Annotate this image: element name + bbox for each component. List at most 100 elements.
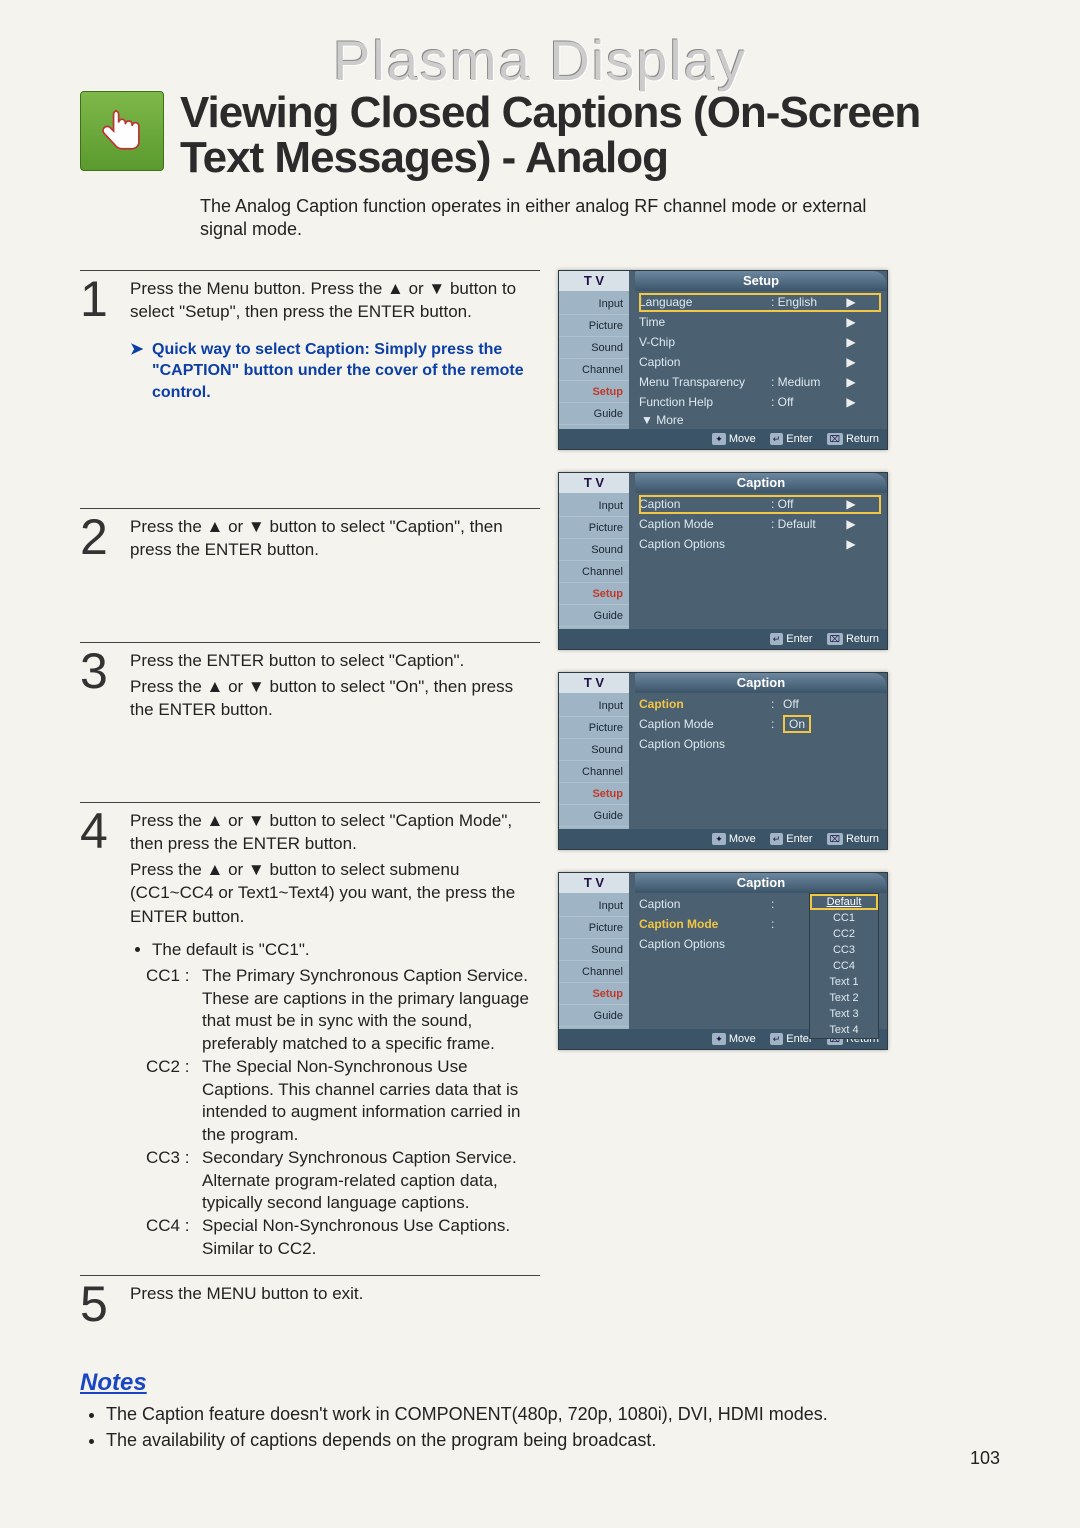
chevron-right-icon: ▶ xyxy=(845,335,857,349)
osd-row[interactable]: Caption: Off▶ xyxy=(639,495,881,514)
osd-nav-item[interactable]: Sound xyxy=(559,939,629,961)
osd-nav-item[interactable]: Sound xyxy=(559,337,629,359)
chevron-right-icon: ▶ xyxy=(845,537,857,551)
enter-icon: ↵ xyxy=(770,433,784,445)
osd-submenu-option[interactable]: CC1 xyxy=(810,910,878,926)
step-text: Press the MENU button to exit. xyxy=(130,1282,540,1305)
osd-nav-item[interactable]: Guide xyxy=(559,403,629,425)
osd-row-value: Off xyxy=(783,697,853,711)
osd-titlebar: Caption xyxy=(635,473,887,493)
bullet: The default is "CC1". xyxy=(152,938,540,961)
osd-nav-item[interactable]: Channel xyxy=(559,961,629,983)
hand-pointer-icon xyxy=(80,91,164,171)
osd-row-label: Caption xyxy=(639,897,767,911)
osd-submenu-option[interactable]: Text 1 xyxy=(810,974,878,990)
osd-row-label: Caption xyxy=(639,697,767,711)
osd-nav-item[interactable]: Guide xyxy=(559,1005,629,1027)
brand-text: Plasma Display xyxy=(333,29,747,92)
osd-nav-item[interactable]: Picture xyxy=(559,315,629,337)
cc-description: Special Non-Synchronous Use Captions. Si… xyxy=(202,1215,540,1261)
move-icon: ✦ xyxy=(712,1033,726,1045)
osd-hint: ⌧Return xyxy=(827,833,879,845)
osd-submenu[interactable]: DefaultCC1CC2CC3CC4Text 1Text 2Text 3Tex… xyxy=(809,893,879,1039)
osd-nav-item[interactable]: Setup xyxy=(559,381,629,403)
osd-row[interactable]: Caption Mode: Default▶ xyxy=(639,515,881,534)
osd-nav-item[interactable]: Sound xyxy=(559,539,629,561)
osd-nav-item[interactable]: Channel xyxy=(559,359,629,381)
osd-nav-item[interactable]: Channel xyxy=(559,561,629,583)
osd-row-value: : Default xyxy=(771,517,841,531)
step-number: 4 xyxy=(80,809,124,1261)
osd-row[interactable]: Function Help: Off▶ xyxy=(639,393,881,412)
cc-descriptions: CC1 :The Primary Synchronous Caption Ser… xyxy=(130,965,540,1261)
osd-hint: ↵Enter xyxy=(770,833,813,845)
quick-tip: Quick way to select Caption: Simply pres… xyxy=(130,339,540,404)
osd-nav-item[interactable]: Sound xyxy=(559,739,629,761)
osd-row-value: : Medium xyxy=(771,375,841,389)
osd-row[interactable]: Time▶ xyxy=(639,313,881,332)
osd-nav-item[interactable]: Channel xyxy=(559,761,629,783)
intro-text: The Analog Caption function operates in … xyxy=(200,195,900,242)
osd-nav-item[interactable]: Picture xyxy=(559,517,629,539)
osd-row[interactable]: Menu Transparency: Medium▶ xyxy=(639,373,881,392)
move-icon: ✦ xyxy=(712,833,726,845)
osd-row-label: Caption Options xyxy=(639,537,767,551)
osd-submenu-option[interactable]: Default xyxy=(810,894,878,910)
osd-row-label: Caption Mode xyxy=(639,517,767,531)
return-icon: ⌧ xyxy=(827,433,843,445)
osd-nav-item[interactable]: Picture xyxy=(559,717,629,739)
osd-caption-mode: T V Caption InputPictureSoundChannelSetupG… xyxy=(558,872,888,1050)
osd-row[interactable]: Caption Options xyxy=(639,735,881,754)
step-text: Press the ENTER button to select "Captio… xyxy=(130,649,540,724)
osd-nav-item[interactable]: Guide xyxy=(559,805,629,827)
osd-submenu-option[interactable]: Text 2 xyxy=(810,990,878,1006)
osd-row[interactable]: Language: English▶ xyxy=(639,293,881,312)
step-text: Press the Menu button. Press the ▲ or ▼ … xyxy=(130,277,540,323)
osd-row[interactable]: V-Chip ▶ xyxy=(639,333,881,352)
osd-submenu-option[interactable]: CC2 xyxy=(810,926,878,942)
step-2: 2 Press the ▲ or ▼ button to select "Cap… xyxy=(80,508,540,578)
steps-column: 1 Press the Menu button. Press the ▲ or … xyxy=(80,270,540,1341)
step-1: 1 Press the Menu button. Press the ▲ or … xyxy=(80,270,540,418)
cc-code: CC2 : xyxy=(146,1056,196,1147)
osd-row-label: Caption xyxy=(639,355,767,369)
cc-description: Secondary Synchronous Caption Service. A… xyxy=(202,1147,540,1215)
page-number: 103 xyxy=(970,1448,1000,1469)
osd-row-label: Function Help xyxy=(639,395,767,409)
osd-row[interactable]: Caption ▶ xyxy=(639,353,881,372)
osd-hint: ↵Enter xyxy=(770,433,813,445)
osd-nav-item[interactable]: Input xyxy=(559,495,629,517)
osd-row[interactable]: Caption Mode:On xyxy=(639,715,881,734)
cc-code: CC1 : xyxy=(146,965,196,1056)
osd-tv-label: T V xyxy=(559,271,629,291)
cc-description: The Special Non-Synchronous Use Captions… xyxy=(202,1056,540,1147)
osd-submenu-option[interactable]: CC3 xyxy=(810,942,878,958)
chevron-right-icon: ▶ xyxy=(845,355,857,369)
osd-submenu-option[interactable]: Text 3 xyxy=(810,1006,878,1022)
osd-column: T VSetupInputPictureSoundChannelSetupGui… xyxy=(558,270,1000,1341)
osd-nav-item[interactable]: Picture xyxy=(559,917,629,939)
osd-row-label: V-Chip xyxy=(639,335,767,349)
osd-nav-item[interactable]: Setup xyxy=(559,783,629,805)
osd-row[interactable]: Caption Options ▶ xyxy=(639,535,881,554)
osd-more[interactable]: ▼ More xyxy=(639,413,881,427)
osd-hint: ✦Move xyxy=(712,1033,755,1045)
osd-nav-item[interactable]: Input xyxy=(559,293,629,315)
cc-code: CC3 : xyxy=(146,1147,196,1215)
step-text: Press the ▲ or ▼ button to select "Capti… xyxy=(130,809,540,928)
osd-row[interactable]: Caption:Off xyxy=(639,695,881,714)
osd-nav-item[interactable]: Guide xyxy=(559,605,629,627)
osd-nav-item[interactable]: Setup xyxy=(559,583,629,605)
osd-nav-item[interactable]: Setup xyxy=(559,983,629,1005)
notes-section: Notes The Caption feature doesn't work i… xyxy=(80,1369,1000,1453)
osd-row-label: Menu Transparency xyxy=(639,375,767,389)
osd-submenu-option[interactable]: Text 4 xyxy=(810,1022,878,1038)
osd-hint: ⌧Return xyxy=(827,433,879,445)
enter-icon: ↵ xyxy=(770,633,784,645)
chevron-right-icon: ▶ xyxy=(845,315,857,329)
osd-nav-item[interactable]: Input xyxy=(559,695,629,717)
osd-nav-item[interactable]: Input xyxy=(559,895,629,917)
osd-tv-label: T V xyxy=(559,873,629,893)
osd-titlebar: Caption xyxy=(635,673,887,693)
osd-submenu-option[interactable]: CC4 xyxy=(810,958,878,974)
